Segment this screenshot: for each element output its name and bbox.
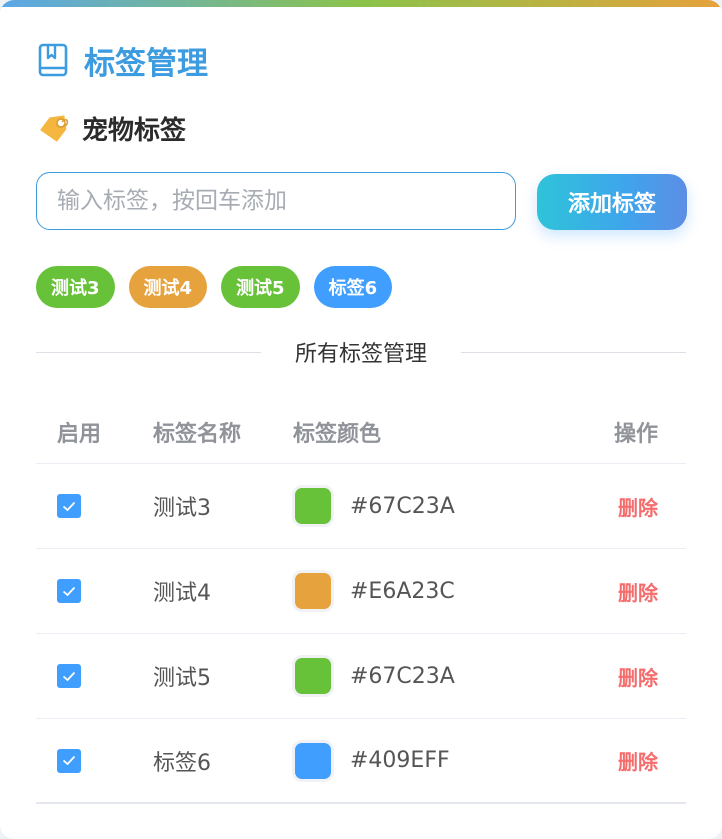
header-enabled: 启用 <box>57 421 102 447</box>
header-action: 操作 <box>613 421 658 447</box>
color-hex: #E6A23C <box>350 578 455 604</box>
enabled-checkbox[interactable] <box>57 664 81 688</box>
color-swatch <box>295 573 331 609</box>
divider-line <box>36 351 261 353</box>
tag-name: 标签6 <box>153 750 211 776</box>
table-row: 测试5 #67C23A 删除 <box>36 634 686 719</box>
section-header: 宠物标签 <box>38 108 186 148</box>
tag-name: 测试5 <box>153 666 211 691</box>
tag-name: 测试4 <box>153 581 211 606</box>
tag-name: 测试3 <box>153 496 211 521</box>
check-icon <box>62 671 76 681</box>
color-swatch <box>295 742 331 779</box>
check-icon <box>62 586 76 596</box>
tag-chip[interactable]: 测试3 <box>36 266 115 308</box>
color-swatch <box>295 488 331 524</box>
delete-button[interactable]: 删除 <box>618 581 658 605</box>
divider-text: 所有标签管理 <box>295 342 428 367</box>
tag-chip[interactable]: 测试5 <box>221 266 300 308</box>
delete-button[interactable]: 删除 <box>618 750 658 774</box>
tags-table: 启用 标签名称 标签颜色 操作 测试3 #67C23A 删除 测试4 #E6A2… <box>36 400 686 804</box>
table-row: 测试4 #E6A23C 删除 <box>36 549 686 634</box>
add-tag-button[interactable]: 添加标签 <box>537 174 687 230</box>
delete-button[interactable]: 删除 <box>618 666 658 690</box>
tag-chips: 测试3 测试4 测试5 标签6 <box>36 266 406 308</box>
tag-chip[interactable]: 测试4 <box>128 266 208 308</box>
color-hex: #409EFF <box>350 748 450 773</box>
table-header: 启用 标签名称 标签颜色 操作 <box>36 400 686 464</box>
color-hex: #67C23A <box>350 493 455 519</box>
enabled-checkbox[interactable] <box>57 748 81 773</box>
tag-icon <box>40 115 69 142</box>
enabled-checkbox[interactable] <box>57 579 81 603</box>
divider-line <box>461 351 687 353</box>
enabled-checkbox[interactable] <box>57 494 81 518</box>
table-row: 标签6 #409EFF 删除 <box>36 719 686 804</box>
tag-input[interactable] <box>36 172 516 230</box>
color-hex: #67C23A <box>350 663 455 689</box>
color-swatch <box>295 658 331 694</box>
header-name: 标签名称 <box>153 421 242 447</box>
gradient-top-bar <box>0 0 722 7</box>
tag-chip[interactable]: 标签6 <box>313 266 393 308</box>
tag-management-card: 标签管理 宠物标签 添加标签 测试3 测试4 测试5 标签6 所有标签管理 启用… <box>0 0 722 839</box>
section-title: 宠物标签 <box>82 115 187 146</box>
header-color: 标签颜色 <box>293 421 382 447</box>
page-title: 标签管理 <box>84 45 208 82</box>
check-icon <box>62 501 76 511</box>
page-header: 标签管理 <box>38 40 208 82</box>
book-icon <box>38 43 68 77</box>
check-icon <box>62 755 76 766</box>
section-divider: 所有标签管理 <box>36 337 687 367</box>
delete-button[interactable]: 删除 <box>618 496 658 520</box>
table-row: 测试3 #67C23A 删除 <box>36 464 686 549</box>
